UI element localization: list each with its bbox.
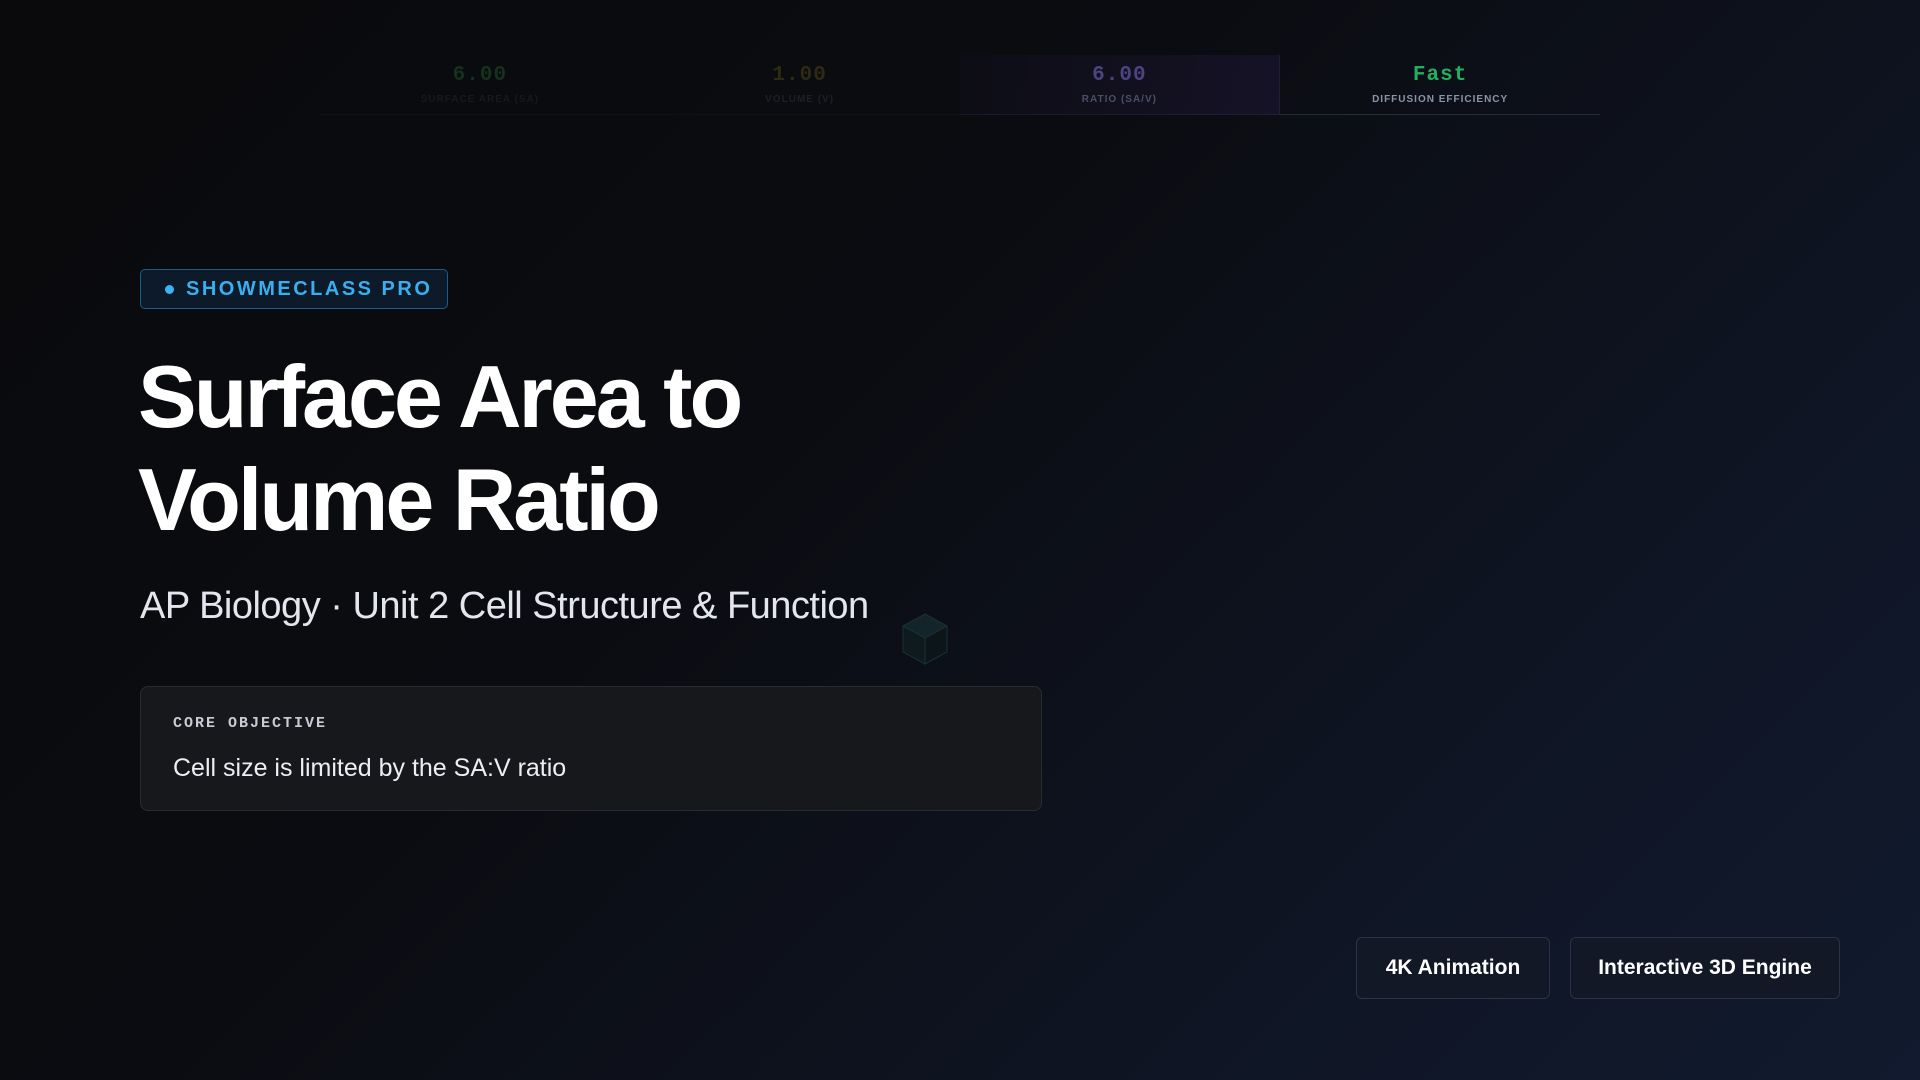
page-title: Surface Area to Volume Ratio — [138, 345, 743, 551]
metric-diffusion-label: DIFFUSION EFFICIENCY — [1372, 94, 1509, 105]
cube-icon — [901, 613, 949, 665]
core-objective-text: Cell size is limited by the SA:V ratio — [173, 754, 567, 782]
metric-diffusion: Fast DIFFUSION EFFICIENCY — [1280, 55, 1600, 115]
metric-volume: 1.00 VOLUME (V) — [640, 55, 960, 115]
interactive-3d-engine-button[interactable]: Interactive 3D Engine — [1570, 937, 1840, 999]
metric-diffusion-value: Fast — [1412, 64, 1468, 87]
metric-ratio: 6.00 RATIO (SA/V) — [959, 55, 1281, 115]
brand-badge-label: SHOWMECLASS PRO — [186, 277, 433, 300]
page-title-line-2: Volume Ratio — [138, 450, 661, 549]
metric-ratio-label: RATIO (SA/V) — [1081, 94, 1157, 105]
page-subtitle: AP Biology · Unit 2 Cell Structure & Fun… — [140, 585, 869, 627]
page-title-line-1: Surface Area to — [138, 347, 743, 446]
core-objective-card: CORE OBJECTIVE Cell size is limited by t… — [140, 686, 1042, 811]
metric-surface-area: 6.00 SURFACE AREA (SA) — [320, 55, 640, 115]
feature-actions: 4K Animation Interactive 3D Engine — [1356, 937, 1840, 999]
animation-button[interactable]: 4K Animation — [1356, 937, 1550, 999]
metric-surface-area-value: 6.00 — [452, 64, 508, 87]
metric-volume-value: 1.00 — [772, 64, 827, 87]
metric-volume-label: VOLUME (V) — [765, 94, 835, 105]
status-dot-icon — [165, 284, 174, 294]
metrics-bar: 6.00 SURFACE AREA (SA) 1.00 VOLUME (V) 6… — [320, 55, 1600, 115]
metric-ratio-value: 6.00 — [1092, 64, 1147, 87]
core-objective-label: CORE OBJECTIVE — [173, 715, 328, 732]
brand-badge: SHOWMECLASS PRO — [140, 269, 448, 309]
metric-surface-area-label: SURFACE AREA (SA) — [420, 94, 540, 105]
